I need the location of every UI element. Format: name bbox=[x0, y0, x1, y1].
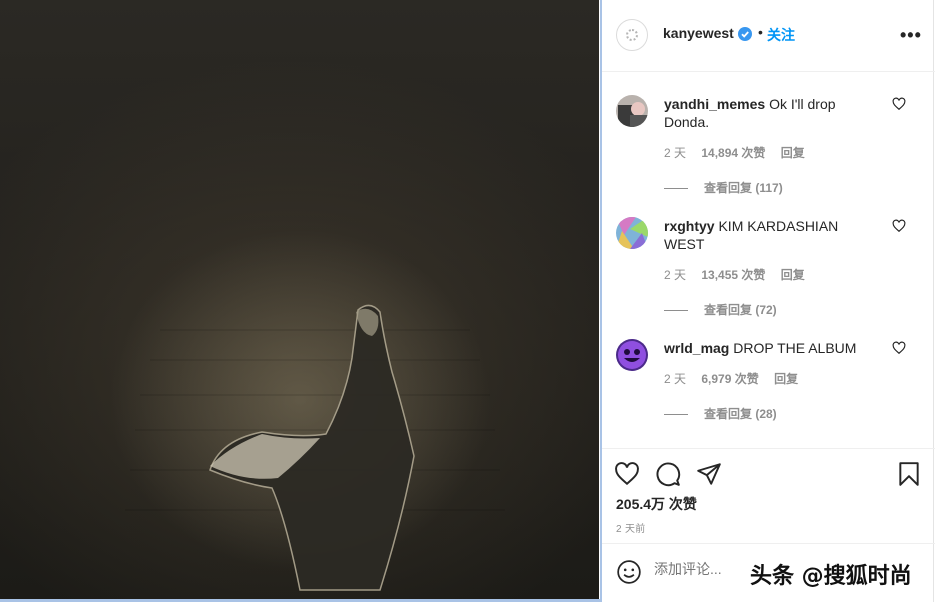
comment-time: 2 天 bbox=[664, 268, 687, 282]
comment-meta: 2 天 6,979 次赞 回复 bbox=[664, 370, 810, 387]
author-avatar[interactable] bbox=[616, 19, 648, 51]
post-side-panel: kanyewest • 关注 ••• yandhi_memes Ok I'll … bbox=[600, 0, 938, 602]
commenter-avatar[interactable] bbox=[616, 339, 648, 371]
comment-meta: 2 天 13,455 次赞 回复 bbox=[664, 266, 817, 283]
emoji-icon[interactable] bbox=[616, 559, 642, 585]
comment-time: 2 天 bbox=[664, 372, 687, 386]
author-username[interactable]: kanyewest bbox=[663, 25, 734, 41]
header-separator: • bbox=[758, 24, 763, 40]
comment-input[interactable] bbox=[654, 561, 754, 577]
comment-text: yandhi_memes Ok I'll drop Donda. bbox=[664, 95, 860, 131]
bookmark-icon[interactable] bbox=[896, 461, 922, 487]
comment-likes[interactable]: 14,894 次赞 bbox=[701, 146, 765, 160]
reply-button[interactable]: 回复 bbox=[781, 268, 805, 282]
replies-line bbox=[664, 414, 688, 416]
view-replies-label: 查看回复 (117) bbox=[704, 181, 783, 195]
heart-icon[interactable] bbox=[614, 461, 640, 487]
commenter-avatar[interactable] bbox=[616, 95, 648, 127]
more-options-icon[interactable]: ••• bbox=[900, 25, 922, 46]
follow-button[interactable]: 关注 bbox=[767, 25, 795, 45]
like-comment-icon[interactable] bbox=[892, 97, 906, 111]
comment-likes[interactable]: 6,979 次赞 bbox=[701, 372, 758, 386]
commenter-avatar[interactable] bbox=[616, 217, 648, 249]
comment-time: 2 天 bbox=[664, 146, 687, 160]
comment-body: DROP THE ALBUM bbox=[733, 340, 857, 356]
verified-icon bbox=[738, 27, 752, 41]
view-replies-button[interactable]: 查看回复 (117) bbox=[664, 179, 783, 196]
like-comment-icon[interactable] bbox=[892, 341, 906, 355]
comment-username[interactable]: rxghtyy bbox=[664, 218, 715, 234]
replies-line bbox=[664, 188, 688, 190]
view-replies-button[interactable]: 查看回复 (28) bbox=[664, 405, 777, 422]
comment-username[interactable]: yandhi_memes bbox=[664, 96, 765, 112]
comment-username[interactable]: wrld_mag bbox=[664, 340, 729, 356]
reply-button[interactable]: 回复 bbox=[774, 372, 798, 386]
like-comment-icon[interactable] bbox=[892, 219, 906, 233]
loading-icon bbox=[626, 29, 638, 41]
comment-likes[interactable]: 13,455 次赞 bbox=[701, 268, 765, 282]
likes-count[interactable]: 205.4万 次赞 bbox=[616, 494, 697, 514]
source-watermark: 头条 @搜狐时尚 bbox=[750, 564, 912, 589]
reply-button[interactable]: 回复 bbox=[781, 146, 805, 160]
post-actions: 205.4万 次赞 2 天前 bbox=[602, 448, 935, 544]
post-header: kanyewest • 关注 ••• bbox=[602, 0, 935, 72]
comment-text: rxghtyy KIM KARDASHIAN WEST bbox=[664, 217, 860, 253]
replies-line bbox=[664, 310, 688, 312]
comment-text: wrld_mag DROP THE ALBUM bbox=[664, 339, 860, 357]
add-comment-bar: 头条 @搜狐时尚 bbox=[602, 543, 935, 599]
post-time: 2 天前 bbox=[616, 524, 646, 535]
comment-icon[interactable] bbox=[655, 461, 681, 487]
comment-meta: 2 天 14,894 次赞 回复 bbox=[664, 144, 817, 161]
share-icon[interactable] bbox=[696, 461, 722, 487]
view-replies-button[interactable]: 查看回复 (72) bbox=[664, 301, 777, 318]
view-replies-label: 查看回复 (72) bbox=[704, 303, 777, 317]
post-photo[interactable] bbox=[0, 0, 599, 600]
veiled-figure-illustration bbox=[125, 304, 505, 591]
view-replies-label: 查看回复 (28) bbox=[704, 407, 777, 421]
